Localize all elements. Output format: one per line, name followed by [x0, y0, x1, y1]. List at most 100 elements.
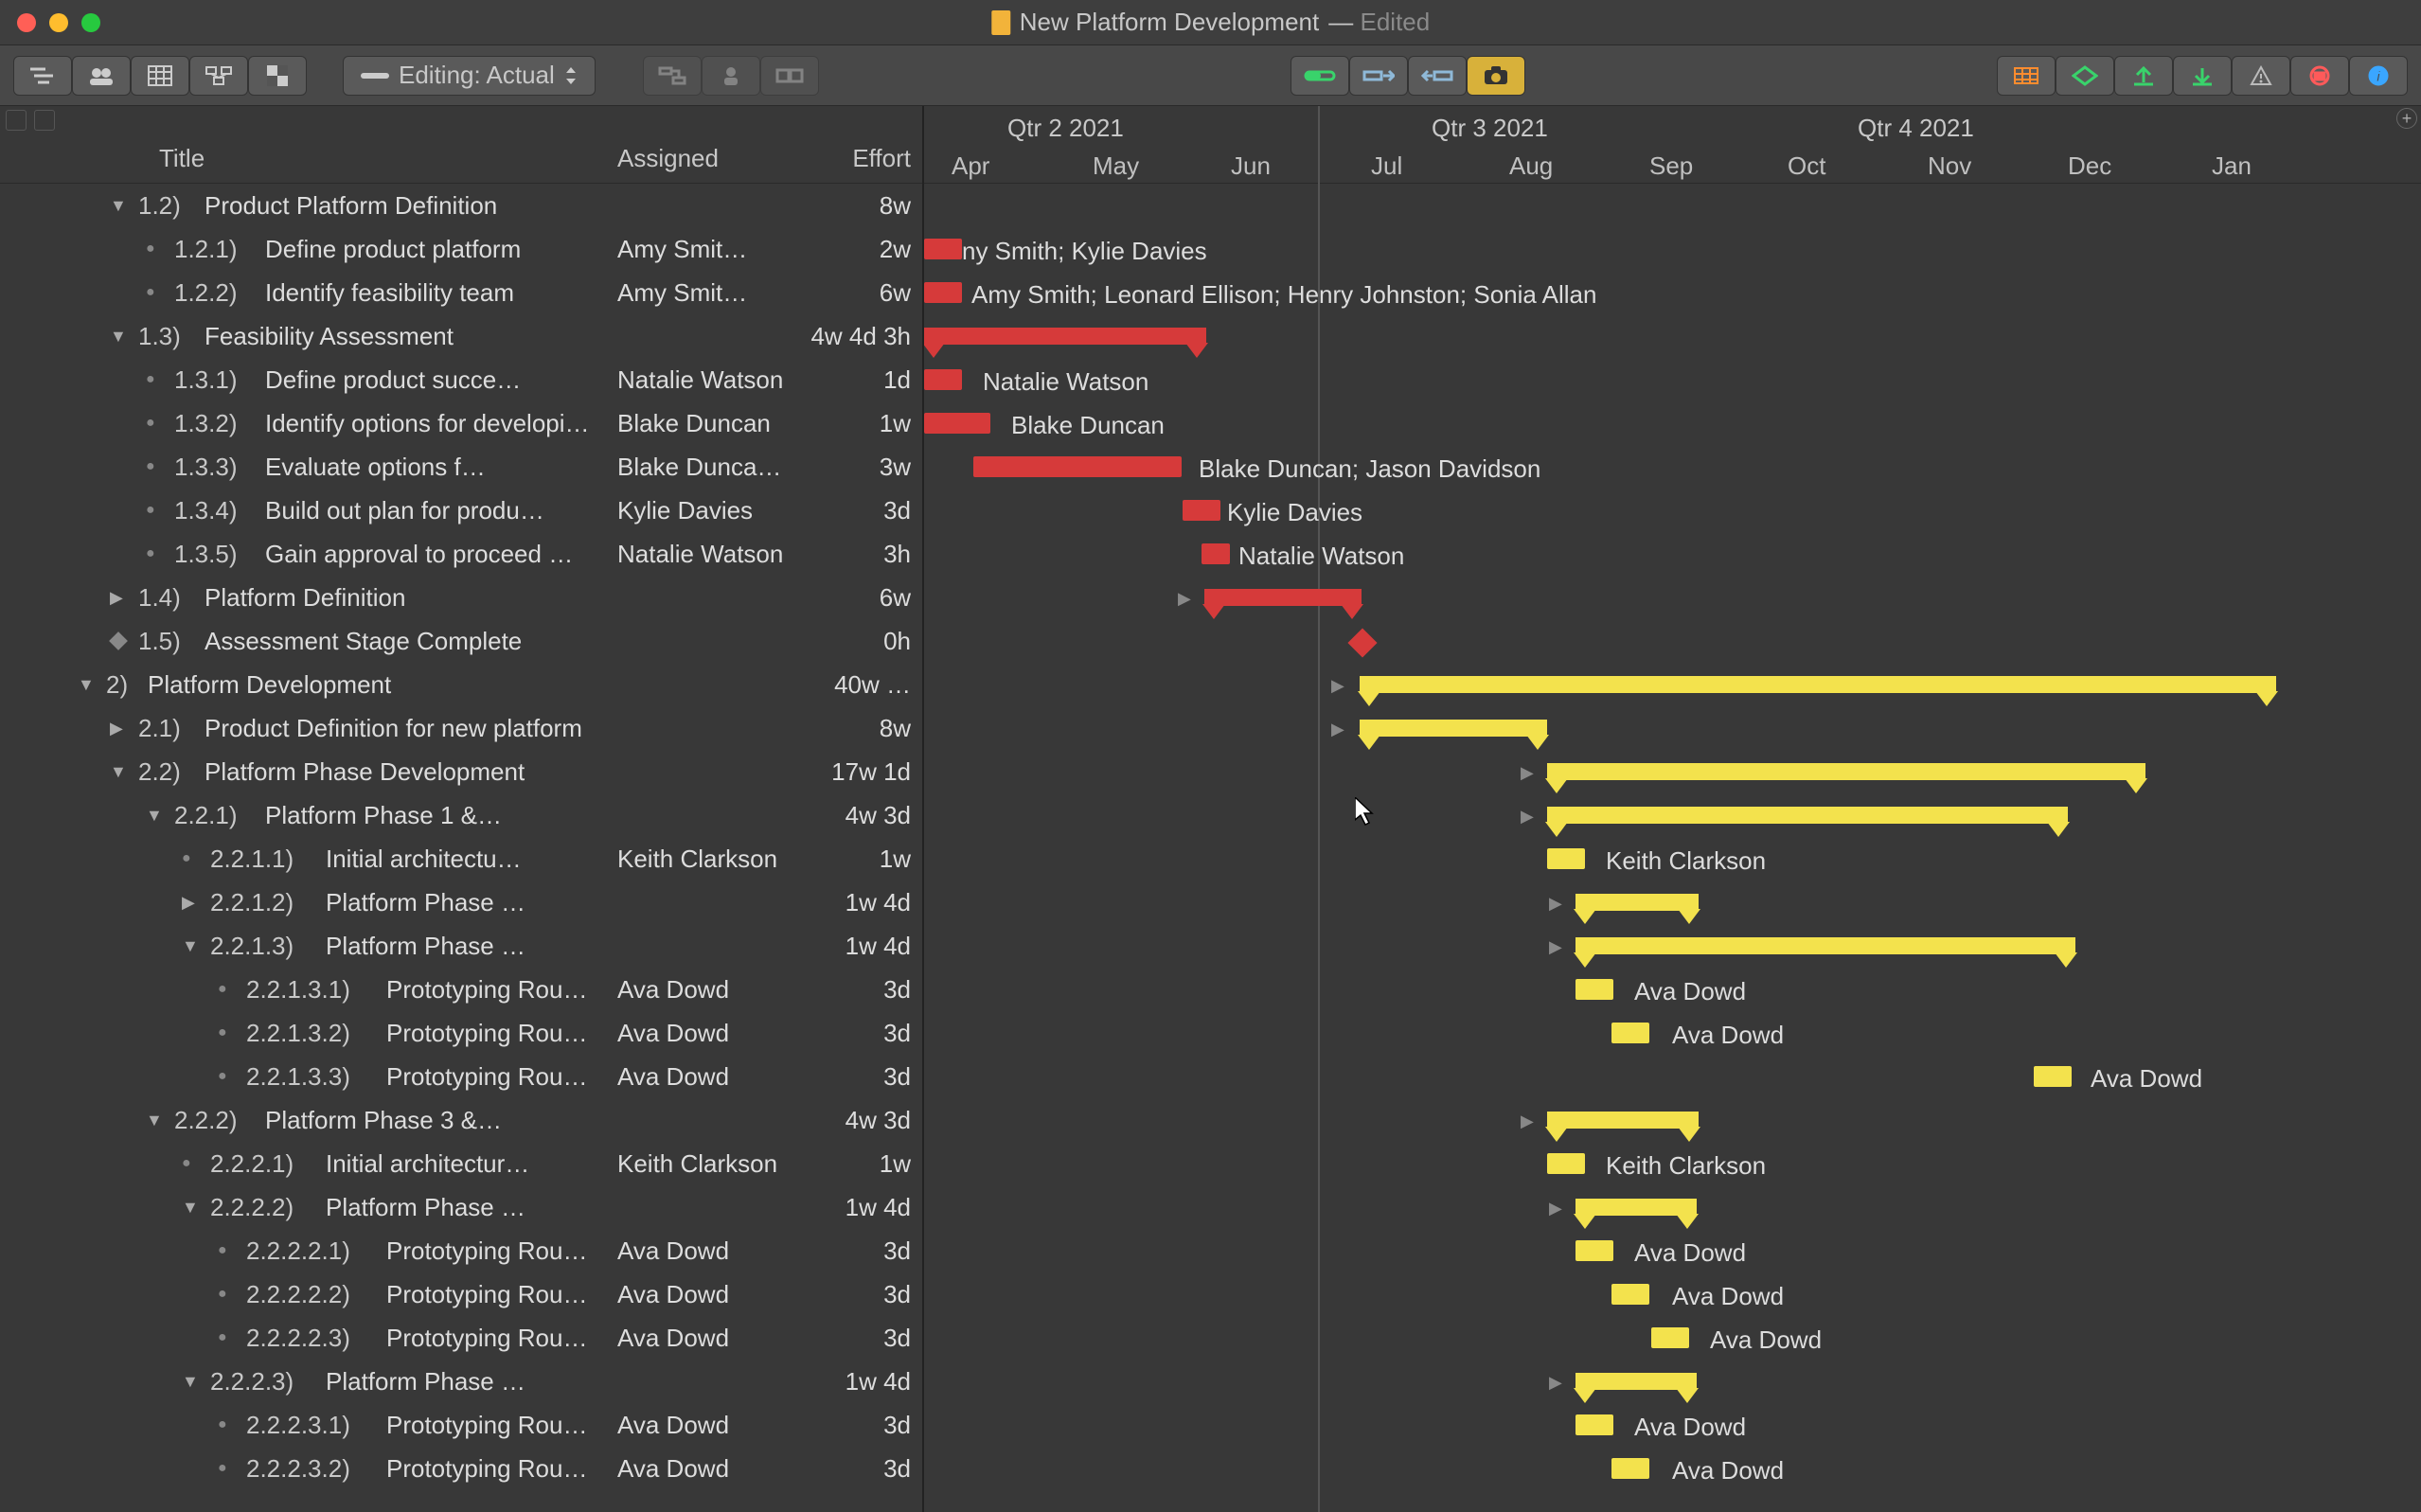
task-title[interactable]: Prototyping Round 2 — [386, 1454, 596, 1484]
view-resources-button[interactable] — [72, 56, 131, 96]
task-row[interactable]: ▼2)Platform Development40w … — [0, 663, 922, 706]
task-title[interactable]: Define product platform — [265, 235, 596, 264]
gantt-row[interactable]: ▶ — [924, 576, 2421, 619]
summary-bar[interactable] — [924, 328, 1206, 345]
editing-mode-dropdown[interactable]: Editing: Actual — [343, 56, 596, 96]
task-bar[interactable] — [1611, 1023, 1649, 1043]
gantt-row[interactable]: Ava Dowd — [924, 1403, 2421, 1447]
disclosure-triangle[interactable]: ▼ — [182, 1199, 199, 1216]
disclosure-triangle[interactable]: ▶ — [110, 720, 123, 737]
gantt-row[interactable] — [924, 314, 2421, 358]
task-row[interactable]: ▼2.2.2.3)Platform Phase …1w 4d — [0, 1360, 922, 1403]
column-header-effort[interactable]: Effort — [852, 144, 911, 173]
milestone-marker[interactable] — [1347, 628, 1377, 657]
task-title[interactable]: Initial architectu… — [326, 845, 596, 874]
task-row[interactable]: ▼2.2)Platform Phase Development17w 1d — [0, 750, 922, 793]
gantt-row[interactable]: Ava Dowd — [924, 1316, 2421, 1360]
disclosure-triangle[interactable]: ▼ — [110, 197, 127, 214]
view-gantt-button[interactable] — [13, 56, 72, 96]
gantt-row[interactable]: ▶ — [924, 750, 2421, 793]
summary-disclosure[interactable]: ▶ — [1549, 937, 1562, 957]
summary-disclosure[interactable]: ▶ — [1331, 676, 1344, 696]
summary-bar[interactable] — [1360, 676, 2276, 693]
task-bar[interactable] — [1575, 979, 1613, 1000]
task-title[interactable]: Product Definition for new platform — [205, 714, 596, 743]
task-row[interactable]: ●1.3.1)Define product succe…Natalie Wats… — [0, 358, 922, 401]
task-title[interactable]: Platform Phase … — [326, 888, 596, 917]
disclosure-triangle[interactable]: ▼ — [110, 763, 127, 780]
gantt-row[interactable]: Blake Duncan; Jason Davidson — [924, 445, 2421, 489]
minimize-window-button[interactable] — [49, 13, 68, 32]
task-title[interactable]: Prototyping Round 3 — [386, 1062, 596, 1092]
gantt-row[interactable]: ▶ — [924, 1185, 2421, 1229]
task-row[interactable]: ●1.3.3)Evaluate options f…Blake Dunca…3w — [0, 445, 922, 489]
show-scheduling-button[interactable] — [2056, 56, 2114, 96]
task-bar[interactable] — [1202, 543, 1230, 564]
task-title[interactable]: Gain approval to proceed … — [265, 540, 596, 569]
gantt-row[interactable]: ▶ — [924, 1098, 2421, 1142]
summary-disclosure[interactable]: ▶ — [1331, 720, 1344, 739]
task-title[interactable]: Prototyping Round 1 — [386, 1236, 596, 1266]
task-title[interactable]: Define product succe… — [265, 365, 596, 395]
task-title[interactable]: Feasibility Assessment — [205, 322, 596, 351]
gantt-row[interactable]: Ava Dowd — [924, 1229, 2421, 1272]
hand-tool-icon[interactable] — [6, 110, 27, 131]
task-title[interactable]: Prototyping Round 1 — [386, 975, 596, 1005]
task-row[interactable]: ●2.2.2.2.1)Prototyping Round 1Ava Dowd3d — [0, 1229, 922, 1272]
gantt-row[interactable]: Keith Clarkson — [924, 1142, 2421, 1185]
task-bar[interactable] — [1651, 1327, 1689, 1348]
gantt-row[interactable]: Blake Duncan — [924, 401, 2421, 445]
task-title[interactable]: Prototyping Round 2 — [386, 1019, 596, 1048]
task-row[interactable]: ●1.2.1)Define product platformAmy Smit…2… — [0, 227, 922, 271]
task-row[interactable]: ●2.2.2.3.1)Prototyping Round 1Ava Dowd3d — [0, 1403, 922, 1447]
summary-bar[interactable] — [1575, 1373, 1697, 1390]
gantt-row[interactable]: ▶ — [924, 663, 2421, 706]
summary-disclosure[interactable]: ▶ — [1521, 807, 1534, 827]
disclosure-triangle[interactable]: ▼ — [78, 676, 95, 693]
task-row[interactable]: ●1.3.4)Build out plan for produ…Kylie Da… — [0, 489, 922, 532]
task-row[interactable]: ●1.2.2)Identify feasibility teamAmy Smit… — [0, 271, 922, 314]
gantt-row[interactable]: Amy Smith; Leonard Ellison; Henry Johnst… — [924, 271, 2421, 314]
task-title[interactable]: Build out plan for produ… — [265, 496, 596, 525]
task-title[interactable]: Platform Phase … — [326, 1367, 596, 1396]
task-bar[interactable] — [1183, 500, 1220, 521]
task-title[interactable]: Prototyping Round 3 — [386, 1324, 596, 1353]
task-bar[interactable] — [1575, 1240, 1613, 1261]
critical-path-button[interactable] — [1997, 56, 2056, 96]
stop-button[interactable] — [2290, 56, 2349, 96]
task-bar[interactable] — [1611, 1458, 1649, 1479]
task-row[interactable]: ●2.2.1.3.1)Prototyping Round 1Ava Dowd3d — [0, 968, 922, 1011]
task-row[interactable]: ●2.2.2.2.2)Prototyping Round 2Ava Dowd3d — [0, 1272, 922, 1316]
disclosure-triangle[interactable]: ▼ — [182, 937, 199, 954]
disclosure-triangle[interactable]: ▼ — [146, 1112, 163, 1129]
task-title[interactable]: Platform Phase 1 &… — [265, 801, 596, 830]
task-row[interactable]: ▼2.2.2)Platform Phase 3 &…4w 3d — [0, 1098, 922, 1142]
gantt-row[interactable]: ▶ — [924, 881, 2421, 924]
task-row[interactable]: ●1.3.5)Gain approval to proceed …Natalie… — [0, 532, 922, 576]
gantt-row[interactable]: Ava Dowd — [924, 1272, 2421, 1316]
task-bar[interactable] — [924, 413, 990, 434]
task-title[interactable]: Prototyping Round 2 — [386, 1280, 596, 1309]
task-title[interactable]: Product Platform Definition — [205, 191, 596, 221]
task-row[interactable]: ▼2.2.1)Platform Phase 1 &…4w 3d — [0, 793, 922, 837]
task-bar[interactable] — [1575, 1414, 1613, 1435]
gantt-row[interactable]: Ava Dowd — [924, 968, 2421, 1011]
task-row[interactable]: ●2.2.2.2.3)Prototyping Round 3Ava Dowd3d — [0, 1316, 922, 1360]
level-button[interactable] — [1408, 56, 1467, 96]
task-bar[interactable] — [924, 282, 962, 303]
task-bar[interactable] — [1611, 1284, 1649, 1305]
view-calendar-button[interactable] — [131, 56, 189, 96]
export-button[interactable] — [2114, 56, 2173, 96]
view-styles-button[interactable] — [248, 56, 307, 96]
gantt-row[interactable]: ny Smith; Kylie Davies — [924, 227, 2421, 271]
task-row[interactable]: ●2.2.1.3.3)Prototyping Round 3Ava Dowd3d — [0, 1055, 922, 1098]
task-row[interactable]: ●1.3.2)Identify options for developi…Bla… — [0, 401, 922, 445]
task-title[interactable]: Evaluate options f… — [265, 453, 596, 482]
zoom-window-button[interactable] — [81, 13, 100, 32]
snapshot-button[interactable] — [1467, 56, 1525, 96]
info-button[interactable]: i — [2349, 56, 2408, 96]
import-button[interactable] — [2173, 56, 2232, 96]
gantt-row[interactable]: ▶ — [924, 793, 2421, 837]
summary-bar[interactable] — [1547, 1112, 1699, 1129]
task-row[interactable]: ●2.2.1.3.2)Prototyping Round 2Ava Dowd3d — [0, 1011, 922, 1055]
